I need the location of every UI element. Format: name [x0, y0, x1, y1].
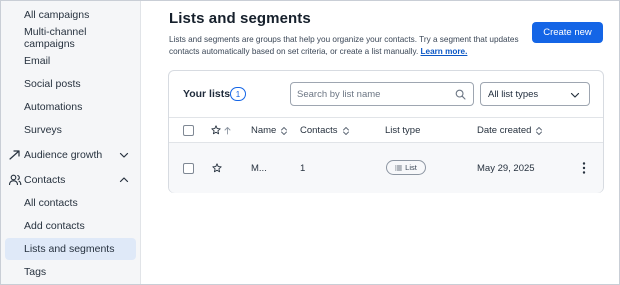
- list-icon: [395, 165, 403, 170]
- column-header-label: Name: [251, 125, 277, 136]
- more-options-icon[interactable]: [579, 161, 589, 175]
- count-badge: 1: [230, 87, 246, 101]
- page-title: Lists and segments: [169, 10, 311, 27]
- sidebar-item-email[interactable]: Email: [5, 50, 136, 72]
- column-header-name[interactable]: Name: [251, 125, 288, 136]
- sidebar-item-surveys[interactable]: Surveys: [5, 119, 136, 141]
- sidebar-item-label: Email: [24, 55, 51, 67]
- chevron-up-icon[interactable]: [118, 174, 130, 186]
- trend-up-icon: [9, 150, 20, 160]
- sidebar-item-label: All campaigns: [24, 9, 90, 21]
- list-type-label: List: [405, 163, 417, 172]
- select-all-checkbox[interactable]: [183, 125, 194, 136]
- chevron-down-icon: [570, 92, 580, 98]
- sidebar-item-tags[interactable]: Tags: [5, 261, 136, 283]
- search-box: [290, 82, 474, 106]
- cell-date-created: May 29, 2025: [477, 163, 535, 174]
- sort-icon: [281, 126, 288, 135]
- star-icon[interactable]: [212, 163, 222, 173]
- sidebar-item-label: Tags: [24, 266, 47, 278]
- card-title: Your lists: [183, 88, 231, 100]
- column-header-label: Contacts: [300, 125, 338, 136]
- sidebar-item-audience-growth[interactable]: Audience growth: [5, 144, 136, 166]
- list-type-badge: List: [386, 160, 426, 175]
- sidebar-item-label: All contacts: [24, 197, 78, 209]
- column-header-list-type: List type: [385, 125, 420, 136]
- column-header-date-created[interactable]: Date created: [477, 125, 543, 136]
- sidebar: All campaigns Multi-channel campaigns Em…: [1, 1, 141, 284]
- sidebar-item-label: Contacts: [24, 174, 66, 186]
- sidebar-item-add-contacts[interactable]: Add contacts: [5, 215, 136, 237]
- sidebar-item-all-campaigns[interactable]: All campaigns: [5, 4, 136, 26]
- sort-icon: [342, 126, 349, 135]
- sidebar-item-label: Automations: [24, 101, 83, 113]
- sort-icon: [536, 126, 543, 135]
- search-icon[interactable]: [455, 89, 466, 100]
- sidebar-item-social-posts[interactable]: Social posts: [5, 73, 136, 95]
- sidebar-item-label: Audience growth: [24, 149, 103, 161]
- star-icon[interactable]: [211, 125, 221, 135]
- chevron-down-icon[interactable]: [118, 149, 130, 161]
- cell-name[interactable]: M...: [251, 163, 267, 174]
- sidebar-item-automations[interactable]: Automations: [5, 96, 136, 118]
- sort-arrow-up-icon[interactable]: [224, 126, 231, 135]
- row-checkbox[interactable]: [183, 163, 194, 174]
- lists-card: Your lists 1 All list types Name Contact…: [168, 70, 604, 193]
- list-type-select-value: All list types: [488, 89, 539, 100]
- column-header-label: Date created: [477, 125, 532, 136]
- table-header: Name Contacts List type Date created: [169, 117, 603, 143]
- list-type-select[interactable]: All list types: [480, 82, 590, 106]
- sidebar-item-label: Lists and segments: [24, 243, 115, 255]
- sidebar-item-multi-channel-campaigns[interactable]: Multi-channel campaigns: [5, 26, 136, 50]
- sidebar-item-contacts[interactable]: Contacts: [5, 169, 136, 191]
- sidebar-item-all-contacts[interactable]: All contacts: [5, 192, 136, 214]
- table-row[interactable]: M... 1 List May 29, 2025: [169, 143, 603, 193]
- column-header-contacts[interactable]: Contacts: [300, 125, 350, 136]
- sidebar-item-label: Multi-channel campaigns: [24, 26, 87, 50]
- page-description: Lists and segments are groups that help …: [169, 34, 529, 58]
- search-input[interactable]: [297, 86, 447, 102]
- column-header-label: List type: [385, 125, 421, 136]
- create-new-button[interactable]: Create new: [532, 22, 603, 43]
- sidebar-item-label: Add contacts: [24, 220, 85, 232]
- people-icon: [8, 174, 22, 186]
- learn-more-link[interactable]: Learn more.: [421, 47, 468, 56]
- sidebar-item-label: Social posts: [24, 78, 81, 90]
- sidebar-item-lists-and-segments[interactable]: Lists and segments: [5, 238, 136, 260]
- sidebar-item-label: Surveys: [24, 124, 62, 136]
- cell-contacts: 1: [300, 163, 306, 174]
